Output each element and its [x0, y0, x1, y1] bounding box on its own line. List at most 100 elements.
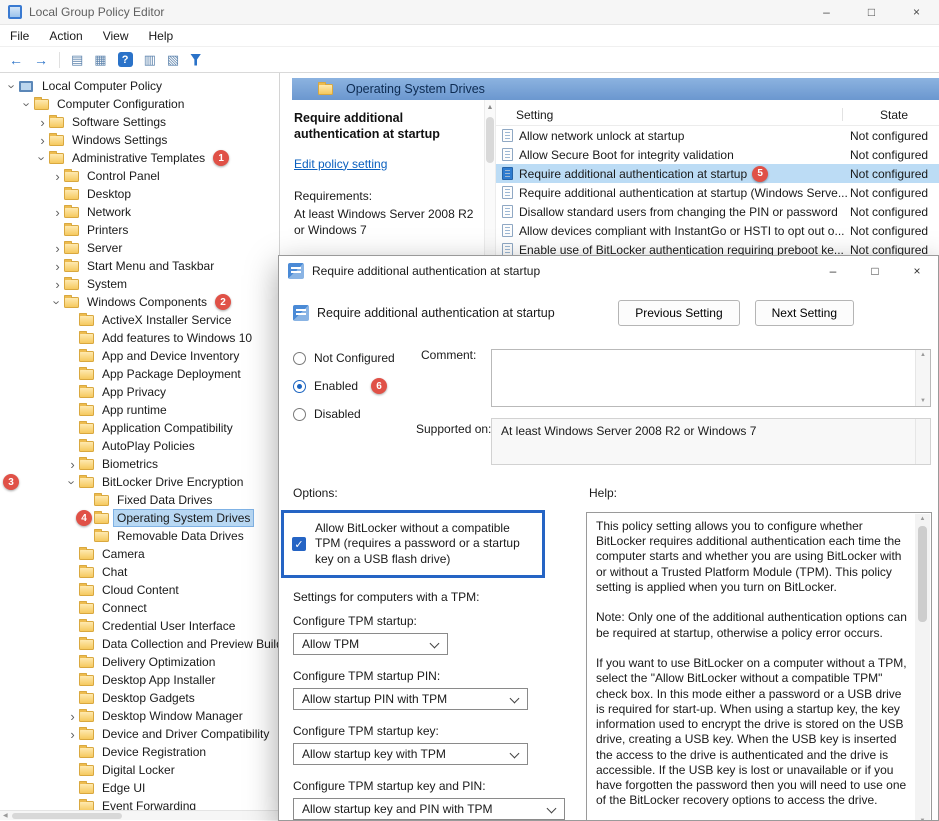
tree-item[interactable]: Desktop App Installer	[0, 671, 279, 689]
menu-view[interactable]: View	[103, 29, 129, 43]
chevron-down-icon[interactable]	[51, 296, 64, 309]
tree-item[interactable]: Network	[0, 203, 279, 221]
tree-item[interactable]: Delivery Optimization	[0, 653, 279, 671]
chevron-right-icon[interactable]	[51, 242, 64, 255]
horizontal-scrollbar[interactable]: ◀	[0, 810, 279, 820]
chevron-right-icon[interactable]	[51, 206, 64, 219]
chevron-right-icon[interactable]	[36, 134, 49, 147]
tree-item[interactable]: Biometrics	[0, 455, 279, 473]
tree-item[interactable]: Removable Data Drives	[0, 527, 279, 545]
scrollbar-thumb[interactable]	[486, 117, 494, 163]
tree-item[interactable]: App Privacy	[0, 383, 279, 401]
chevron-down-icon[interactable]	[36, 152, 49, 165]
radio-disabled[interactable]: Disabled	[293, 400, 395, 428]
tree-item-windows-components[interactable]: Windows Components2	[0, 293, 279, 311]
menu-help[interactable]: Help	[149, 29, 174, 43]
tree-item[interactable]: Device and Driver Compatibility	[0, 725, 279, 743]
minimize-button[interactable]: –	[804, 0, 849, 24]
tree-item[interactable]: App Package Deployment	[0, 365, 279, 383]
scrollbar-thumb[interactable]	[918, 526, 927, 622]
scroll-up-icon[interactable]: ▲	[487, 103, 494, 112]
tree-item[interactable]: Data Collection and Preview Builds	[0, 635, 279, 653]
settings-row[interactable]: Allow Secure Boot for integrity validati…	[496, 145, 939, 164]
vertical-scrollbar[interactable]: ▲▼	[915, 350, 930, 406]
close-button[interactable]: ×	[894, 0, 939, 24]
maximize-button[interactable]: □	[849, 0, 894, 24]
forward-icon[interactable]: →	[34, 53, 48, 67]
settings-row[interactable]: Allow devices compliant with InstantGo o…	[496, 221, 939, 240]
chevron-right-icon[interactable]	[51, 278, 64, 291]
chevron-down-icon[interactable]	[66, 476, 79, 489]
tree-item[interactable]: Device Registration	[0, 743, 279, 761]
settings-row[interactable]: Allow network unlock at startupNot confi…	[496, 126, 939, 145]
previous-setting-button[interactable]: Previous Setting	[618, 300, 739, 326]
tpm-startup-pin-select[interactable]: Allow startup PIN with TPM	[293, 688, 528, 710]
tree-item-local-computer-policy[interactable]: Local Computer Policy	[0, 77, 279, 95]
chevron-right-icon[interactable]	[66, 728, 79, 741]
column-header-setting[interactable]: Setting	[496, 108, 553, 122]
tree-item[interactable]: Credential User Interface	[0, 617, 279, 635]
dialog-close-button[interactable]: ×	[896, 256, 938, 286]
tree-item-administrative-templates[interactable]: Administrative Templates1	[0, 149, 279, 167]
tree-item[interactable]: Desktop Window Manager	[0, 707, 279, 725]
tpm-startup-key-pin-select[interactable]: Allow startup key and PIN with TPM	[293, 798, 565, 820]
tpm-startup-select[interactable]: Allow TPM	[293, 633, 448, 655]
chevron-down-icon[interactable]	[21, 98, 34, 111]
export-list-icon[interactable]: ▦	[94, 53, 106, 66]
chevron-right-icon[interactable]	[66, 458, 79, 471]
settings-row[interactable]: Disallow standard users from changing th…	[496, 202, 939, 221]
tree-item[interactable]: App runtime	[0, 401, 279, 419]
tree-item[interactable]: Start Menu and Taskbar	[0, 257, 279, 275]
tree-item[interactable]: Edge UI	[0, 779, 279, 797]
dialog-maximize-button[interactable]: □	[854, 256, 896, 286]
filter-icon[interactable]	[190, 54, 201, 66]
tree-item[interactable]: App and Device Inventory	[0, 347, 279, 365]
radio-not-configured[interactable]: Not Configured	[293, 344, 395, 372]
tree-item-operating-system-drives[interactable]: 4Operating System Drives	[0, 509, 279, 527]
scroll-down-icon[interactable]: ▼	[920, 398, 926, 404]
standard-view-icon[interactable]: ▧	[167, 53, 179, 66]
show-hide-action-pane-icon[interactable]: ▥	[144, 53, 156, 66]
tree-item[interactable]: Desktop Gadgets	[0, 689, 279, 707]
tree-item[interactable]: Control Panel	[0, 167, 279, 185]
chevron-right-icon[interactable]	[36, 116, 49, 129]
back-icon[interactable]: ←	[9, 53, 23, 67]
checkbox-checked-icon[interactable]	[292, 537, 306, 551]
tree-item[interactable]: Cloud Content	[0, 581, 279, 599]
tree-item[interactable]: ActiveX Installer Service	[0, 311, 279, 329]
comment-input[interactable]: ▲▼	[491, 349, 931, 407]
tree-item[interactable]: System	[0, 275, 279, 293]
menu-action[interactable]: Action	[49, 29, 82, 43]
settings-row[interactable]: Require additional authentication at sta…	[496, 183, 939, 202]
vertical-scrollbar[interactable]: ▲ ▼	[915, 514, 930, 821]
chevron-right-icon[interactable]	[51, 170, 64, 183]
tree-item[interactable]: Fixed Data Drives	[0, 491, 279, 509]
chevron-down-icon[interactable]	[6, 80, 19, 93]
dialog-minimize-button[interactable]: –	[812, 256, 854, 286]
help-icon[interactable]: ?	[118, 52, 133, 67]
scroll-up-icon[interactable]: ▲	[920, 516, 926, 522]
tree-item[interactable]: Windows Settings	[0, 131, 279, 149]
column-header-state[interactable]: State	[880, 108, 908, 122]
tree-item[interactable]: Chat	[0, 563, 279, 581]
tree-item[interactable]: Connect	[0, 599, 279, 617]
tree-item[interactable]: Server	[0, 239, 279, 257]
tree-item-computer-configuration[interactable]: Computer Configuration	[0, 95, 279, 113]
radio-enabled[interactable]: Enabled6	[293, 372, 395, 400]
edit-policy-setting-link[interactable]: Edit policy setting	[294, 157, 387, 171]
tree-item-bitlocker-drive-encryption[interactable]: 3BitLocker Drive Encryption	[0, 473, 279, 491]
menu-file[interactable]: File	[10, 29, 29, 43]
show-console-tree-icon[interactable]: ▤	[71, 53, 83, 66]
scroll-left-icon[interactable]: ◀	[3, 812, 8, 819]
chevron-right-icon[interactable]	[66, 710, 79, 723]
tpm-startup-key-select[interactable]: Allow startup key with TPM	[293, 743, 528, 765]
settings-row-require-additional-authentication[interactable]: Require additional authentication at sta…	[496, 164, 939, 183]
tree-item[interactable]: Printers	[0, 221, 279, 239]
tree-item[interactable]: Add features to Windows 10	[0, 329, 279, 347]
tree-item[interactable]: Digital Locker	[0, 761, 279, 779]
next-setting-button[interactable]: Next Setting	[755, 300, 854, 326]
bitlocker-without-tpm-option[interactable]: Allow BitLocker without a compatible TPM…	[281, 510, 545, 578]
chevron-right-icon[interactable]	[51, 260, 64, 273]
scroll-up-icon[interactable]: ▲	[920, 352, 926, 358]
tree-item[interactable]: Application Compatibility	[0, 419, 279, 437]
